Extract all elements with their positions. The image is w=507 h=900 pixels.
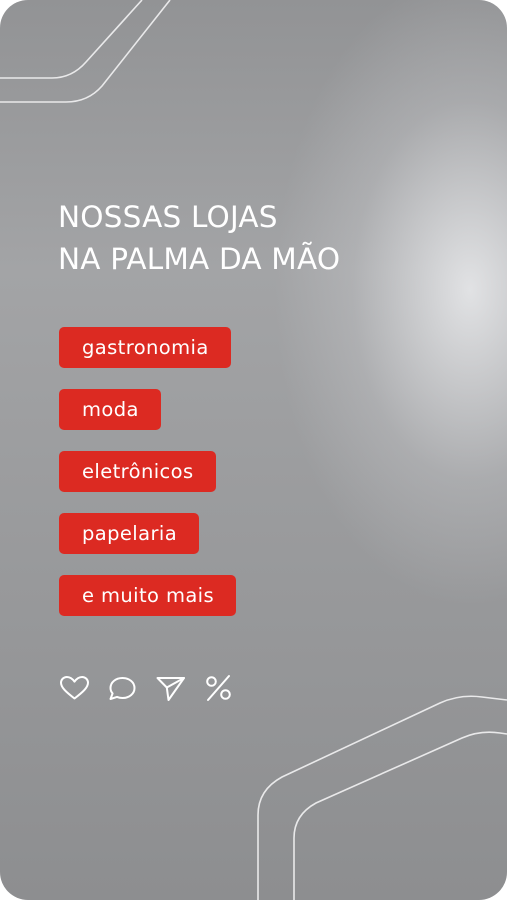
headline-line-2: NA PALMA DA MÃO xyxy=(58,242,341,276)
story-card: NOSSAS LOJAS NA PALMA DA MÃO gastronomia… xyxy=(0,0,507,900)
headline-line-1: NOSSAS LOJAS xyxy=(58,200,278,234)
category-tag-papelaria: papelaria xyxy=(59,513,200,554)
category-tag-moda: moda xyxy=(59,389,161,430)
category-tag-e-muito-mais: e muito mais xyxy=(59,575,237,616)
comment-icon[interactable] xyxy=(106,674,139,702)
category-tag-eletronicos: eletrônicos xyxy=(59,451,216,492)
headline: NOSSAS LOJAS NA PALMA DA MÃO xyxy=(58,196,340,280)
heart-icon[interactable] xyxy=(58,674,91,702)
post-actions xyxy=(58,674,235,702)
send-icon[interactable] xyxy=(154,674,187,702)
category-list: gastronomia moda eletrônicos papelaria e… xyxy=(59,327,237,637)
category-tag-gastronomia: gastronomia xyxy=(59,327,231,368)
percent-icon[interactable] xyxy=(202,674,235,702)
